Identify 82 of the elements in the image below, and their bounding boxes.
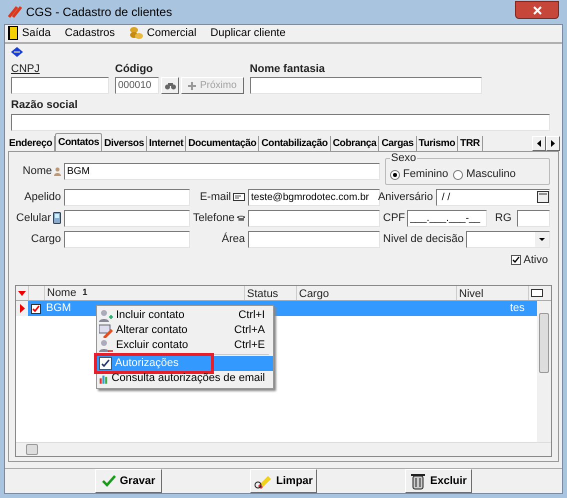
menu-item[interactable]: Comercial xyxy=(128,25,196,42)
scroll-right-button[interactable] xyxy=(546,136,560,151)
field-label: Razão social xyxy=(11,98,79,114)
aniversario-field[interactable]: / / xyxy=(436,188,550,206)
envelope-icon xyxy=(233,193,245,202)
scroll-thumb[interactable] xyxy=(26,444,38,455)
radio-button[interactable]: Masculino xyxy=(453,166,516,183)
field-label: Ativo xyxy=(524,252,548,268)
vertical-scrollbar[interactable] xyxy=(537,301,551,442)
razao-social-field[interactable] xyxy=(11,114,550,131)
menu-item[interactable]: Consulta autorizações de email xyxy=(97,371,273,386)
menu-item[interactable]: Excluir contato Ctrl+E xyxy=(97,338,273,353)
row-pointer-icon xyxy=(20,304,24,313)
menu-item[interactable]: Saída xyxy=(8,25,51,42)
field-label: Cargo xyxy=(31,232,61,248)
row-checkbox[interactable] xyxy=(31,304,41,314)
left-arrow-icon xyxy=(537,140,541,147)
calendar-icon xyxy=(537,191,549,204)
telephone-icon xyxy=(236,214,245,222)
column-header[interactable]: Nome xyxy=(47,286,76,302)
door-icon xyxy=(8,26,18,40)
ativo-checkbox[interactable]: Ativo xyxy=(510,252,548,268)
field-label: RG xyxy=(495,211,512,226)
field-label: Área xyxy=(222,232,245,248)
app-logo-icon xyxy=(8,6,22,18)
menu-item[interactable]: Cadastros xyxy=(64,25,115,42)
field-label: E-mail xyxy=(200,190,231,206)
right-arrow-icon xyxy=(551,140,555,147)
cargo-field[interactable] xyxy=(64,230,190,248)
person-icon xyxy=(54,166,61,176)
plus-icon xyxy=(188,82,196,90)
radio-button[interactable]: Feminino xyxy=(390,166,448,183)
action-button[interactable]: Excluir xyxy=(405,469,472,493)
action-button[interactable]: Gravar xyxy=(95,469,162,493)
field-label: Nome fantasia xyxy=(250,62,326,77)
person-minus-icon xyxy=(99,338,113,352)
menu-item[interactable]: Alterar contato Ctrl+A xyxy=(97,323,273,338)
table-cell-text: tes xyxy=(510,301,525,316)
column-header[interactable]: Status xyxy=(247,288,278,300)
field-label: Código xyxy=(115,62,154,77)
nome-field[interactable]: BGM xyxy=(64,162,380,180)
field-label: Celular xyxy=(16,211,51,226)
apelido-field[interactable] xyxy=(64,188,190,206)
tab[interactable]: Contatos xyxy=(55,132,102,151)
cpf-field[interactable]: ___.___.___-__ xyxy=(407,210,487,227)
group-label: Sexo xyxy=(391,152,416,164)
edit-icon xyxy=(99,324,113,338)
table-cell: BGM xyxy=(46,302,72,314)
field-label: Nome xyxy=(22,164,52,180)
codigo-field[interactable]: 000010 xyxy=(115,77,159,94)
rg-field[interactable] xyxy=(516,210,550,227)
field-label: Nivel de decisão xyxy=(383,232,464,248)
mobile-phone-icon xyxy=(53,212,61,224)
nome-fantasia-field[interactable] xyxy=(250,77,482,94)
menu-item[interactable]: Duplicar cliente xyxy=(210,25,286,42)
trash-icon xyxy=(410,472,426,490)
telefone-field[interactable] xyxy=(248,210,380,227)
coins-icon xyxy=(128,26,143,40)
field-label: Apelido xyxy=(24,190,61,206)
celular-field[interactable] xyxy=(64,210,190,227)
cnpj-field[interactable] xyxy=(11,77,109,94)
nivel-dropdown[interactable] xyxy=(466,230,550,248)
field-label: Aniversário xyxy=(378,190,433,206)
diamond-logo-icon xyxy=(11,46,23,57)
envelope-icon xyxy=(531,289,543,297)
close-icon xyxy=(532,6,542,14)
column-header[interactable]: Nivel xyxy=(459,288,484,300)
column-header[interactable]: Cargo xyxy=(299,288,329,300)
scroll-left-button[interactable] xyxy=(532,136,546,151)
person-plus-icon xyxy=(99,308,113,322)
binoculars-icon xyxy=(164,82,176,90)
checkbox-icon xyxy=(99,357,112,370)
area-field[interactable] xyxy=(248,230,380,248)
close-button[interactable] xyxy=(515,1,559,19)
sort-indicator: 1 xyxy=(82,286,88,300)
checkmark-icon xyxy=(102,475,116,487)
search-button[interactable] xyxy=(161,77,179,94)
window-title: CGS - Cadastro de clientes xyxy=(26,4,172,21)
field-label: Telefone xyxy=(193,211,235,226)
filter-arrow-icon xyxy=(18,290,26,296)
field-label: CPF xyxy=(383,211,405,226)
action-button[interactable]: Limpar xyxy=(250,469,317,493)
